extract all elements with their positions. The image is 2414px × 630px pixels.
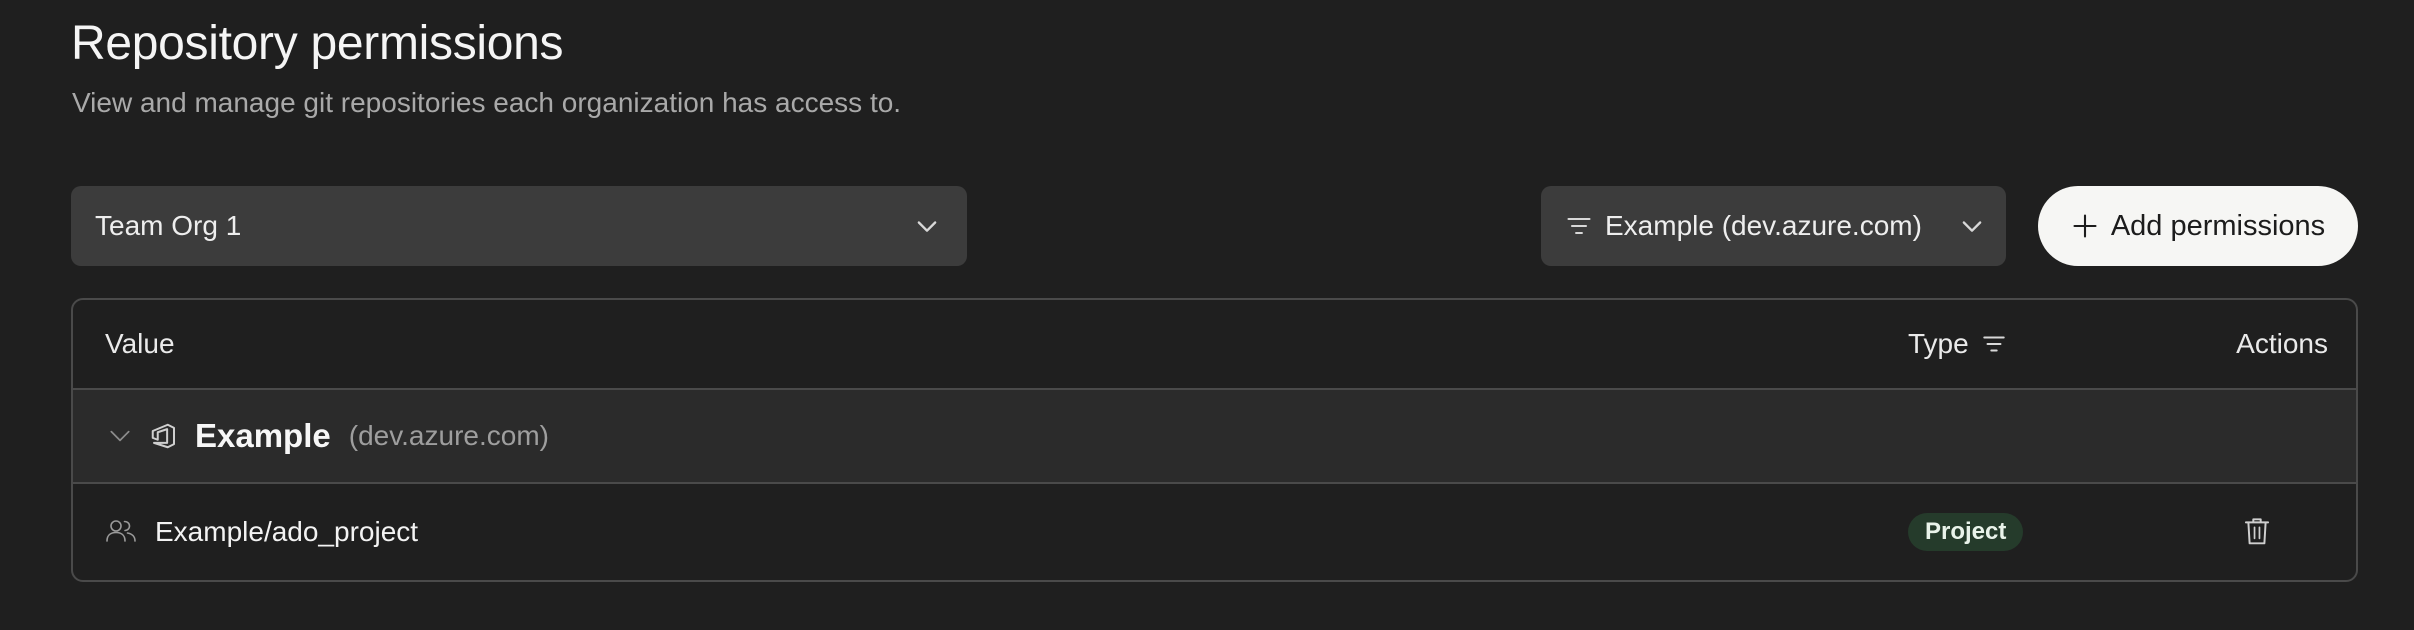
- column-header-type[interactable]: Type: [1908, 300, 2007, 388]
- add-permissions-button[interactable]: Add permissions: [2038, 186, 2358, 266]
- filter-icon[interactable]: [1981, 331, 2007, 357]
- table-group-row[interactable]: Example (dev.azure.com): [73, 390, 2356, 484]
- repository-filter-select[interactable]: Example (dev.azure.com): [1541, 186, 2006, 266]
- azure-devops-icon: [151, 423, 175, 449]
- filter-icon: [1567, 217, 1591, 235]
- chevron-down-icon[interactable]: [107, 423, 133, 449]
- trash-icon[interactable]: [2242, 515, 2272, 547]
- organization-select[interactable]: Team Org 1: [71, 186, 967, 266]
- table-header: Value Type Actions: [73, 300, 2356, 390]
- organization-select-value: Team Org 1: [95, 210, 242, 241]
- type-badge: Project: [1908, 513, 2024, 551]
- repository-filter-value: Example (dev.azure.com): [1605, 210, 1922, 241]
- group-host: (dev.azure.com): [348, 420, 549, 451]
- add-permissions-label: Add permissions: [2110, 209, 2326, 242]
- column-header-actions: Actions: [2236, 328, 2328, 359]
- page-subtitle: View and manage git repositories each or…: [72, 87, 902, 118]
- repository-permissions-page: Repository permissions View and manage g…: [0, 0, 2414, 630]
- permissions-table: Value Type Actions Example (dev.azure.co…: [71, 298, 2358, 582]
- page-title: Repository permissions: [71, 17, 564, 70]
- chevron-down-icon: [917, 221, 937, 232]
- plus-icon: [2073, 214, 2097, 238]
- table-row: Example/ado_project Project: [73, 484, 2356, 580]
- group-name: Example: [195, 417, 331, 454]
- column-header-type-label: Type: [1908, 328, 1969, 359]
- row-value: Example/ado_project: [155, 516, 419, 547]
- column-header-value: Value: [105, 328, 175, 359]
- chevron-down-icon: [1962, 221, 1982, 232]
- people-icon: [106, 520, 136, 542]
